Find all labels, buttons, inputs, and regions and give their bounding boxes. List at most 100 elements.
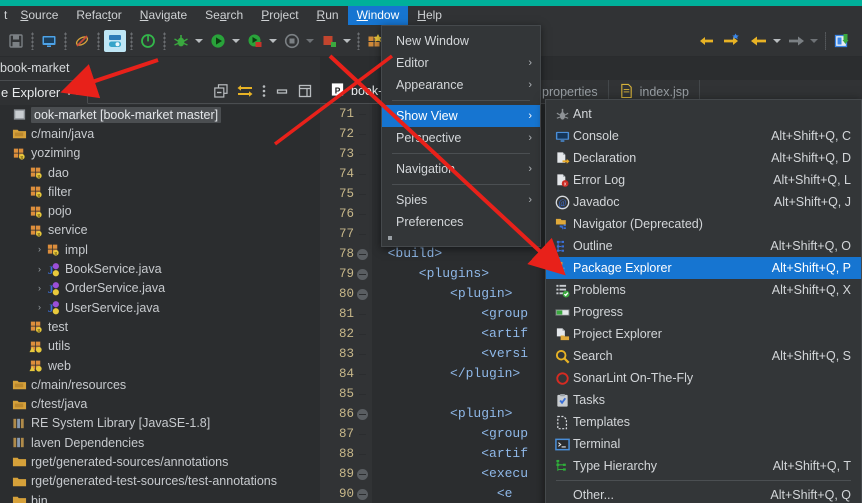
menu-item-window[interactable]: Window xyxy=(347,6,409,25)
project-tree[interactable]: ook-market [book-market master] c/main/ja… xyxy=(0,105,320,503)
window-menu-item[interactable]: Perspective › xyxy=(382,127,540,149)
window-menu-dropdown[interactable]: New Window Editor › Appearance › Show View › Pe… xyxy=(381,25,541,247)
show-view-menu-item[interactable]: Console Alt+Shift+Q, C xyxy=(546,125,861,147)
window-menu-item[interactable]: Editor › xyxy=(382,52,540,74)
minimize-icon[interactable] xyxy=(275,84,289,103)
tree-item[interactable]: Sservice xyxy=(0,221,320,240)
tab-package-explorer[interactable]: e Explorer xyxy=(0,80,89,104)
run-external-icon[interactable] xyxy=(244,30,266,52)
link-with-editor-icon[interactable] xyxy=(237,84,253,103)
new-class-dropdown-caret[interactable] xyxy=(341,30,352,52)
new-window-icon[interactable] xyxy=(38,30,60,52)
tree-item[interactable]: › Simpl xyxy=(0,240,320,259)
next-annotation-icon[interactable] xyxy=(785,30,807,52)
fold-toggle-icon[interactable] xyxy=(357,288,368,300)
tree-item[interactable]: utils xyxy=(0,337,320,356)
window-menu-item[interactable]: Navigation › xyxy=(382,158,540,180)
stop-icon[interactable] xyxy=(281,30,303,52)
skip-breakpoints-icon[interactable] xyxy=(71,30,93,52)
show-view-menu-item[interactable]: @ Javadoc Alt+Shift+Q, J xyxy=(546,191,861,213)
show-view-menu-item[interactable]: Navigator (Deprecated) xyxy=(546,213,861,235)
terminate-icon[interactable] xyxy=(137,30,159,52)
collapse-all-icon[interactable] xyxy=(214,83,228,103)
window-menu-item[interactable]: Preferences xyxy=(382,211,540,233)
menu-item-help[interactable]: Help xyxy=(408,6,451,25)
run-external-dropdown-caret[interactable] xyxy=(267,30,278,52)
show-view-menu-item[interactable]: Ant xyxy=(546,103,861,125)
window-menu-item[interactable]: Appearance › xyxy=(382,74,540,96)
fold-toggle-icon[interactable] xyxy=(357,488,368,500)
debug-dropdown-caret[interactable] xyxy=(193,30,204,52)
window-menu-item[interactable]: Show View › xyxy=(382,105,540,127)
menu-item-run[interactable]: Run xyxy=(308,6,348,25)
previous-annotation-icon[interactable] xyxy=(748,30,770,52)
window-menu-item[interactable]: New Window xyxy=(382,30,540,52)
show-view-menu-item[interactable]: x Error Log Alt+Shift+Q, L xyxy=(546,169,861,191)
tree-item[interactable]: rget/generated-test-sources/test-annotat… xyxy=(0,472,320,491)
show-view-menu-item[interactable]: SonarLint On-The-Fly xyxy=(546,367,861,389)
show-view-menu-item[interactable]: Type Hierarchy Alt+Shift+Q, T xyxy=(546,455,861,477)
tree-item[interactable]: RE System Library [JavaSE-1.8] xyxy=(0,414,320,433)
tree-item[interactable]: c/test/java xyxy=(0,394,320,413)
show-view-menu-item[interactable]: Other... Alt+Shift+Q, Q xyxy=(546,484,861,503)
next-annotation-caret[interactable] xyxy=(808,30,819,52)
menu-item-project[interactable]: Project xyxy=(252,6,307,25)
debug-icon[interactable] xyxy=(170,30,192,52)
tree-item[interactable]: web xyxy=(0,356,320,375)
fold-toggle-icon[interactable] xyxy=(357,248,368,260)
new-java-class-icon[interactable] xyxy=(318,30,340,52)
tree-twisty[interactable]: › xyxy=(34,260,45,279)
line-number-value: 88 xyxy=(338,447,354,461)
show-view-menu-item[interactable]: Package Explorer Alt+Shift+Q, P xyxy=(546,257,861,279)
fold-toggle-icon[interactable] xyxy=(357,408,368,420)
save-icon[interactable] xyxy=(5,30,27,52)
run-dropdown-caret[interactable] xyxy=(230,30,241,52)
back-icon[interactable] xyxy=(696,30,718,52)
show-view-menu-item[interactable]: Tasks xyxy=(546,389,861,411)
stop-dropdown-caret[interactable] xyxy=(304,30,315,52)
menu-item-truncated[interactable]: t xyxy=(2,6,11,25)
tree-item[interactable]: Sdao xyxy=(0,163,320,182)
tree-item[interactable]: Spojo xyxy=(0,201,320,220)
close-icon[interactable] xyxy=(67,83,79,101)
fold-toggle-icon[interactable] xyxy=(357,268,368,280)
show-view-submenu[interactable]: Ant Console Alt+Shift+Q, C Declaration Alt+S… xyxy=(545,99,862,503)
tree-item[interactable]: › J UserService.java xyxy=(0,298,320,317)
previous-annotation-caret[interactable] xyxy=(771,30,782,52)
toggle-icon[interactable] xyxy=(104,29,126,52)
menu-item-search[interactable]: Search xyxy=(196,6,252,25)
show-view-menu-item[interactable]: Problems Alt+Shift+Q, X xyxy=(546,279,861,301)
tree-item[interactable]: rget/generated-sources/annotations xyxy=(0,452,320,471)
show-view-menu-item[interactable]: Templates xyxy=(546,411,861,433)
tree-twisty[interactable]: › xyxy=(34,279,45,298)
tree-item[interactable]: bin xyxy=(0,491,320,503)
show-view-menu-item[interactable]: Outline Alt+Shift+Q, O xyxy=(546,235,861,257)
tree-item[interactable]: › J OrderService.java xyxy=(0,279,320,298)
tree-item[interactable]: ook-market [book-market master] xyxy=(0,105,320,124)
tree-item[interactable]: › J BookService.java xyxy=(0,259,320,278)
tree-item[interactable]: Syoziming xyxy=(0,144,320,163)
view-menu-icon[interactable] xyxy=(262,84,266,103)
show-view-menu-item-label: Type Hierarchy xyxy=(573,459,658,473)
menu-item-source[interactable]: SSourceource xyxy=(11,6,67,25)
tree-item[interactable]: Sfilter xyxy=(0,182,320,201)
menu-item-refactor[interactable]: Refactor xyxy=(67,6,130,25)
window-menu-item[interactable]: Spies › xyxy=(382,189,540,211)
maximize-icon[interactable] xyxy=(298,84,312,103)
run-icon[interactable] xyxy=(207,30,229,52)
show-view-menu-item[interactable]: Progress xyxy=(546,301,861,323)
tree-item[interactable]: c/main/java xyxy=(0,124,320,143)
show-view-menu-item[interactable]: Project Explorer xyxy=(546,323,861,345)
show-view-menu-item[interactable]: Declaration Alt+Shift+Q, D xyxy=(546,147,861,169)
tree-twisty[interactable]: › xyxy=(34,240,45,259)
open-perspective-icon[interactable] xyxy=(831,30,853,52)
tree-item[interactable]: laven Dependencies xyxy=(0,433,320,452)
fold-toggle-icon[interactable] xyxy=(357,468,368,480)
tree-item[interactable]: Stest xyxy=(0,317,320,336)
show-view-menu-item[interactable]: Terminal xyxy=(546,433,861,455)
forward-icon[interactable] xyxy=(720,30,742,52)
menu-item-navigate[interactable]: Navigate xyxy=(131,6,196,25)
show-view-menu-item[interactable]: Search Alt+Shift+Q, S xyxy=(546,345,861,367)
tree-item[interactable]: c/main/resources xyxy=(0,375,320,394)
tree-twisty[interactable]: › xyxy=(34,298,45,317)
